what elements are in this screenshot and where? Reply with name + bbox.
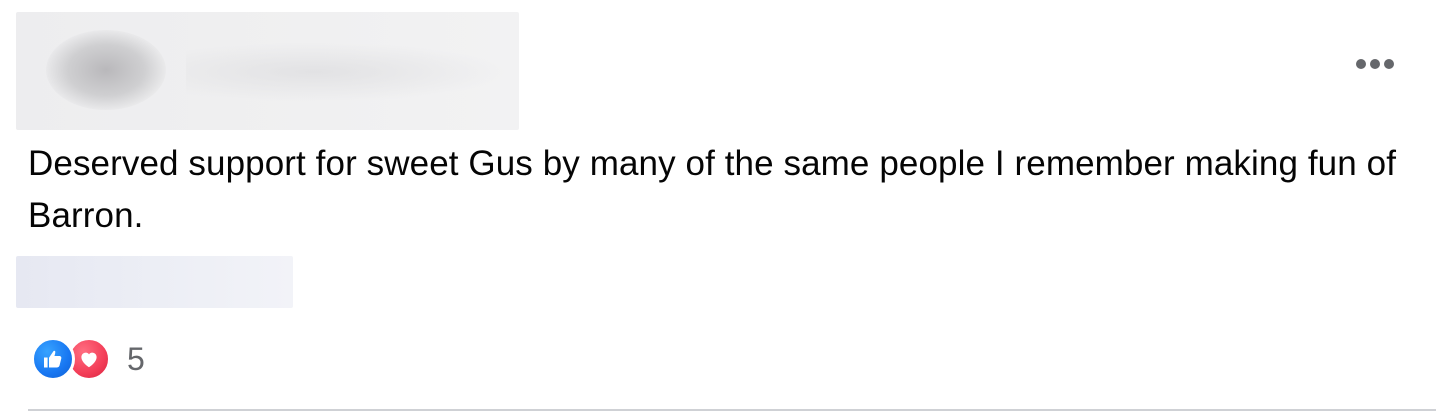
blurred-author-header [16, 12, 519, 130]
divider [28, 409, 1436, 411]
like-icon [31, 337, 75, 381]
comment-text: Deserved support for sweet Gus by many o… [28, 144, 1397, 235]
more-options-icon [1384, 59, 1394, 69]
more-options-icon [1370, 59, 1380, 69]
reactions-summary[interactable]: 5 [31, 336, 145, 382]
reaction-count: 5 [127, 340, 145, 377]
author-name [186, 42, 506, 102]
blurred-link-preview [16, 256, 293, 308]
more-options-icon [1356, 59, 1366, 69]
avatar [46, 30, 166, 110]
comment-post: Deserved support for sweet Gus by many o… [0, 0, 1456, 417]
more-options-button[interactable] [1352, 52, 1398, 76]
